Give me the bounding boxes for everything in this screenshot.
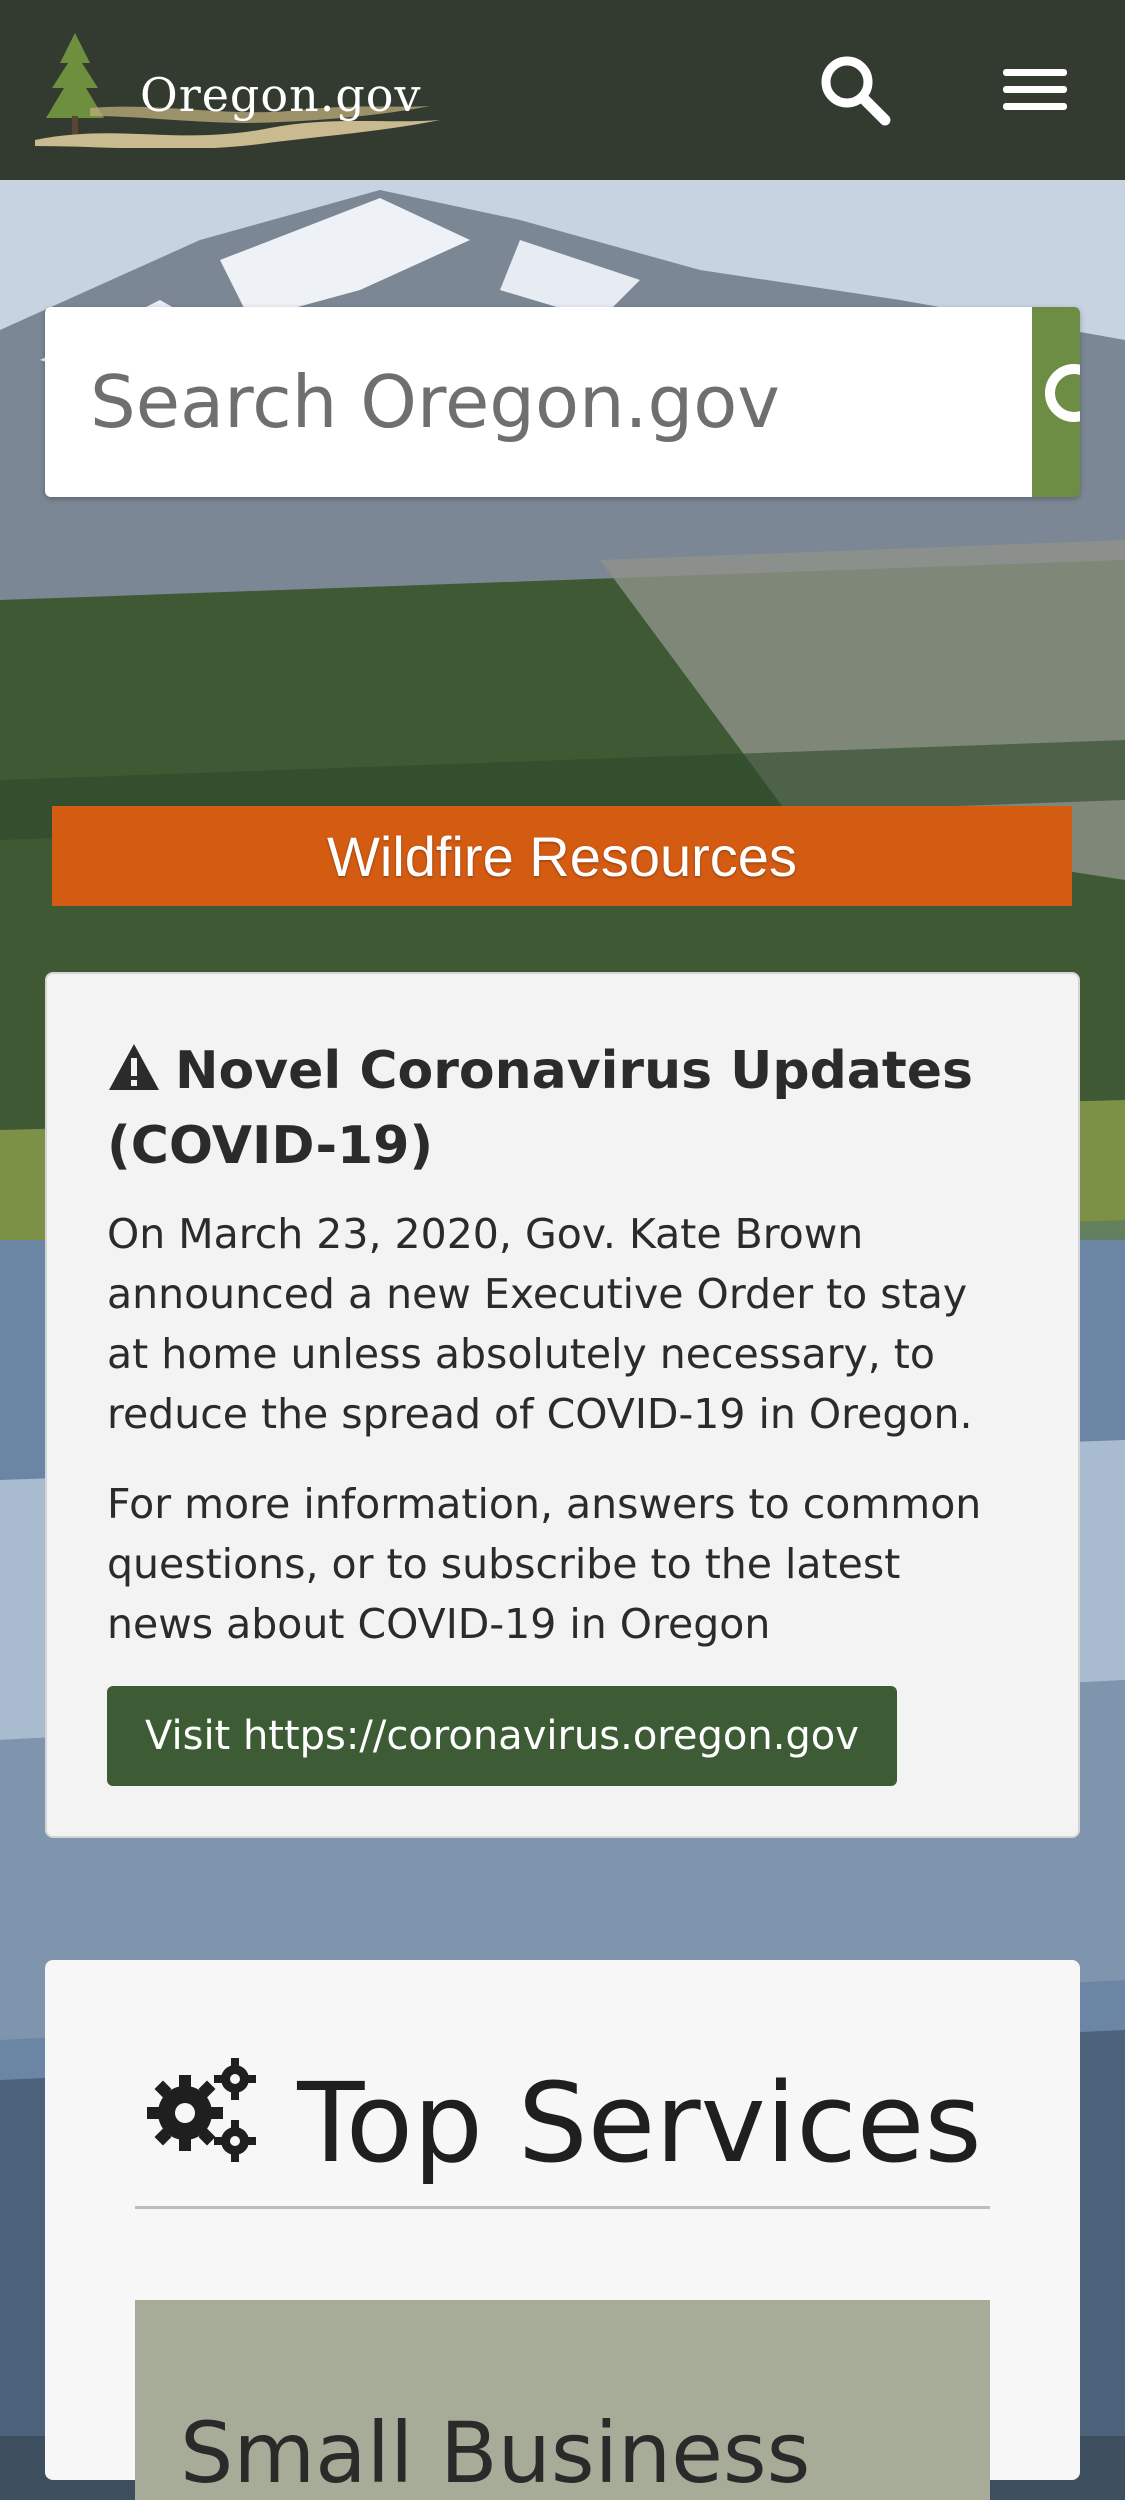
service-tile-label: Small Business [180,2404,811,2500]
warning-icon [107,1038,161,1090]
header-search-button[interactable] [815,50,895,130]
site-header: Oregon.gov [0,0,1125,180]
covid-title-text: Novel Coronavirus Updates (COVID-19) [107,1041,973,1176]
gears-icon [143,2055,261,2165]
covid-alert-card: Novel Coronavirus Updates (COVID-19) On … [45,972,1080,1838]
covid-paragraph-order: On March 23, 2020, Gov. Kate Brown annou… [107,1210,973,1438]
top-services-title-text: Top Services [297,2059,982,2187]
oregon-gov-logo[interactable]: Oregon.gov [30,28,450,150]
menu-button[interactable] [995,55,1075,125]
top-services-section: Top Services Small Business [45,1960,1080,2500]
covid-paragraph-info: For more information, answers to common … [107,1480,982,1648]
wildfire-resources-link[interactable]: Wildfire Resources [52,806,1072,906]
search-input[interactable] [45,307,1032,497]
site-search-form [45,307,1080,497]
search-icon [821,56,891,126]
visit-coronavirus-site-button[interactable]: Visit https://coronavirus.oregon.gov [107,1686,897,1786]
service-tile-small-business[interactable]: Small Business [135,2300,990,2500]
top-services-heading: Top Services [45,2055,1080,2188]
section-divider [135,2206,990,2209]
covid-heading: Novel Coronavirus Updates (COVID-19) [107,1034,1018,1184]
search-submit-button[interactable] [1032,307,1080,497]
logo-text: Oregon.gov [140,68,422,122]
hamburger-menu-icon [1003,69,1067,110]
search-icon [1045,364,1080,422]
